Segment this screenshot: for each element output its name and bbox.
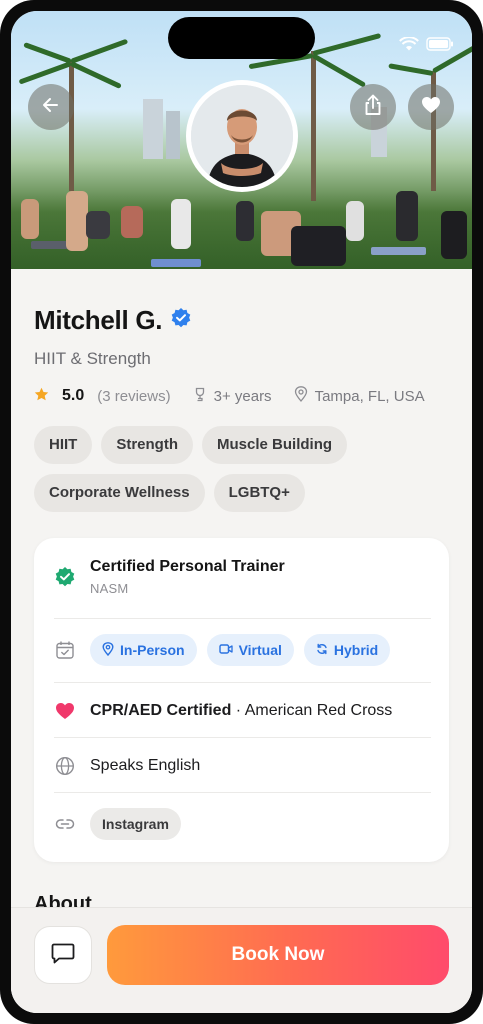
wifi-icon (399, 36, 419, 56)
heart-icon (421, 96, 441, 119)
links-row: Instagram (54, 808, 431, 840)
review-count: (3 reviews) (97, 387, 171, 405)
palm-frond (18, 61, 72, 85)
yoga-mat (151, 259, 201, 267)
battery-icon (426, 37, 454, 56)
session-modes-row: In-Person Virtual Hybrid (54, 634, 431, 666)
back-button[interactable] (28, 84, 74, 130)
palm-frond (311, 53, 367, 88)
heart-icon (54, 700, 76, 722)
palm-frond (312, 32, 382, 56)
bottom-action-bar: Book Now (11, 907, 472, 1013)
divider (54, 618, 431, 619)
exerciser (86, 211, 110, 239)
exerciser (441, 211, 467, 259)
favorite-button[interactable] (408, 84, 454, 130)
trainer-name: Mitchell G. (34, 305, 163, 335)
exerciser (236, 201, 254, 241)
palm-frond (69, 61, 122, 90)
specialty-tags: HIIT Strength Muscle Building Corporate … (34, 426, 454, 522)
mode-label: Hybrid (333, 642, 379, 658)
trainer-avatar (186, 80, 298, 192)
avatar-photo (191, 85, 293, 187)
tag-corporate-wellness[interactable]: Corporate Wellness (34, 474, 205, 512)
name-row: Mitchell G. (34, 305, 192, 336)
dynamic-island (168, 17, 315, 59)
device-frame: Mitchell G. HIIT & Strength 5.0 (3 revie… (0, 0, 483, 1024)
trainer-specialty: HIIT & Strength (34, 349, 151, 368)
tag-hiit[interactable]: HIIT (34, 426, 93, 464)
exerciser (346, 201, 364, 241)
calendar-check-icon (54, 639, 76, 661)
palm-trunk (69, 61, 74, 191)
verified-badge-icon (170, 307, 192, 334)
refresh-icon (316, 642, 328, 658)
trainer-meta: 5.0 (3 reviews) 3+ years Tampa, FL, USA (34, 386, 425, 406)
tag-lgbtq[interactable]: LGBTQ+ (213, 474, 305, 512)
certification-title: Certified Personal Trainer (90, 558, 285, 575)
cpr-title: CPR/AED Certified (90, 702, 232, 719)
mode-virtual[interactable]: Virtual (206, 634, 294, 666)
exerciser (121, 206, 143, 238)
tag-strength[interactable]: Strength (101, 426, 194, 464)
location-pin-icon (102, 641, 114, 659)
video-camera-icon (218, 642, 233, 658)
exerciser (291, 226, 346, 266)
details-card: Certified Personal Trainer NASM In-Perso… (34, 538, 449, 862)
mode-hybrid[interactable]: Hybrid (303, 634, 391, 666)
certification-issuer: NASM (90, 581, 129, 596)
chat-icon (51, 942, 75, 969)
share-icon (363, 94, 383, 121)
divider (54, 792, 431, 793)
exerciser (396, 191, 418, 241)
instagram-link[interactable]: Instagram (90, 808, 181, 840)
yoga-mat (371, 247, 426, 255)
globe-icon (54, 755, 76, 777)
cpr-row: CPR/AED Certified · American Red Cross (54, 698, 431, 724)
divider (54, 682, 431, 683)
language-value: Speaks English (90, 757, 201, 774)
link-icon (54, 813, 76, 835)
screen: Mitchell G. HIIT & Strength 5.0 (3 revie… (11, 11, 472, 1013)
cpr-issuer: American Red Cross (244, 702, 393, 719)
tag-muscle-building[interactable]: Muscle Building (202, 426, 348, 464)
exerciser (66, 191, 88, 251)
location-value: Tampa, FL, USA (314, 387, 425, 405)
palm-frond (388, 63, 434, 76)
exerciser (171, 199, 191, 249)
experience-value: 3+ years (213, 387, 272, 405)
exerciser (21, 199, 39, 239)
background-building (143, 99, 163, 159)
mode-label: In-Person (120, 642, 185, 658)
rating-value: 5.0 (62, 387, 85, 404)
palm-trunk (311, 51, 316, 201)
location-pin-icon (294, 386, 308, 406)
divider (54, 737, 431, 738)
palm-frond (23, 42, 72, 64)
palm-frond (70, 38, 129, 64)
book-now-button[interactable]: Book Now (107, 925, 449, 985)
mode-label: Virtual (238, 642, 282, 658)
star-icon (34, 387, 49, 406)
experience: 3+ years (193, 387, 272, 406)
profile-content: Mitchell G. HIIT & Strength 5.0 (3 revie… (11, 269, 472, 1013)
cpr-separator: · (231, 702, 245, 719)
certified-badge-icon (54, 566, 76, 588)
location: Tampa, FL, USA (294, 386, 425, 406)
certification-row: Certified Personal Trainer NASM (54, 558, 431, 596)
language-row: Speaks English (54, 753, 431, 779)
status-bar (399, 36, 454, 56)
message-button[interactable] (34, 926, 92, 984)
background-building (166, 111, 180, 159)
trophy-icon (193, 387, 207, 406)
share-button[interactable] (350, 84, 396, 130)
mode-in-person[interactable]: In-Person (90, 634, 197, 666)
rating[interactable]: 5.0 (3 reviews) (34, 387, 171, 406)
arrow-left-icon (41, 95, 61, 120)
yoga-mat (31, 241, 71, 249)
